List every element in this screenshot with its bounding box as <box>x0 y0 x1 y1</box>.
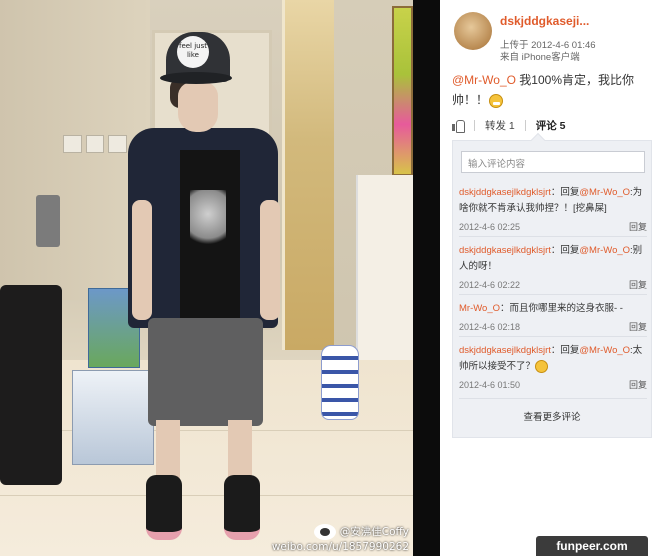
comment-mention[interactable]: @Mr-Wo_O <box>579 245 630 256</box>
leg <box>156 420 180 480</box>
site-watermark: funpeer.com <box>536 536 648 556</box>
comment-author[interactable]: Mr-Wo_O <box>459 303 500 314</box>
floor-line <box>0 495 413 496</box>
action-separator <box>524 119 526 131</box>
comment-input-placeholder: 输入评论内容 <box>468 159 526 170</box>
comment-reply-button[interactable]: 回复 <box>629 277 647 293</box>
comment-time: 2012-4-6 01:50 <box>459 380 521 390</box>
post-body: @Mr-Wo_O 我100%肯定，我比你帅！！ <box>452 70 652 110</box>
speaker <box>36 195 60 247</box>
leg <box>228 420 252 480</box>
shoe <box>224 475 260 540</box>
laugh-emoji-icon <box>489 93 504 108</box>
comment-author[interactable]: dskjddgkasejlkdgklsjrt <box>459 187 551 198</box>
comment-time: 2012-4-6 02:18 <box>459 322 521 332</box>
post-username[interactable]: dskjddgkaseji... <box>500 14 589 28</box>
comment-mention[interactable]: @Mr-Wo_O <box>579 345 630 356</box>
comment-reply-prefix: ：回复 <box>550 187 580 198</box>
weibo-watermark: @安沸佳Coffy weibo.com/u/1857990262 <box>272 524 409 554</box>
glass-shelf <box>282 0 334 350</box>
watermark-handle: @安沸佳Coffy <box>339 526 409 538</box>
comment-item: dskjddgkasejlkdgklsjrt：回复@Mr-Wo_O:为啥你就不肯… <box>459 185 647 237</box>
comment-reply-button[interactable]: 回复 <box>629 319 647 335</box>
weibo-logo-icon <box>313 524 336 540</box>
chair <box>0 285 62 485</box>
shirt-print <box>190 190 226 250</box>
comment-reply-button[interactable]: 回复 <box>629 377 647 393</box>
comment-text: ：而且你哪里来的这身衣服- - <box>500 303 623 314</box>
repost-button[interactable]: 转发 1 <box>485 118 515 133</box>
comments-box: 输入评论内容 dskjddgkasejlkdgklsjrt：回复@Mr-Wo_O… <box>452 132 652 438</box>
watermark-url: weibo.com/u/1857990262 <box>271 541 409 553</box>
photo: feel just like @安沸佳Coffy weibo.com/u/185… <box>0 0 413 556</box>
action-separator <box>474 119 475 131</box>
shorts <box>148 318 263 426</box>
comment-author[interactable]: dskjddgkasejlkdgklsjrt <box>459 345 551 356</box>
comment-time: 2012-4-6 02:22 <box>459 280 521 290</box>
divider <box>413 0 440 556</box>
post-source: 来自 iPhone客户端 <box>500 52 580 63</box>
post-actions: 转发 1 评论 5 <box>452 116 652 134</box>
arm <box>260 200 280 320</box>
comment-reply-prefix: ：回复 <box>550 345 580 356</box>
comments-arrow <box>530 132 546 148</box>
comment-mention[interactable]: @Mr-Wo_O <box>579 187 630 198</box>
like-icon[interactable] <box>452 119 465 133</box>
comment-button[interactable]: 评论 5 <box>536 118 566 133</box>
avatar[interactable] <box>454 12 492 50</box>
comment-item: Mr-Wo_O：而且你哪里来的这身衣服- - 2012-4-6 02:18 回复 <box>459 301 647 337</box>
hat-text: feel just like <box>178 42 208 59</box>
comment-reply-prefix: ：回复 <box>550 245 580 256</box>
more-comments-link[interactable]: 查看更多评论 <box>453 409 651 423</box>
comment-author[interactable]: dskjddgkasejlkdgklsjrt <box>459 245 551 256</box>
face <box>178 82 218 132</box>
hat-badge: feel just like <box>177 36 209 68</box>
post-panel: dskjddgkaseji... 上传于 2012-4-6 01:46 来自 i… <box>440 0 660 556</box>
light-switches <box>63 135 128 153</box>
arm <box>132 200 152 320</box>
post-mention[interactable]: @Mr-Wo_O <box>452 73 516 87</box>
comment-input[interactable]: 输入评论内容 <box>461 151 645 173</box>
painting <box>392 6 413 176</box>
comment-time: 2012-4-6 02:25 <box>459 222 521 232</box>
vase <box>321 345 359 420</box>
shoe <box>146 475 182 540</box>
comment-item: dskjddgkasejlkdgklsjrt：回复@Mr-Wo_O:太帅所以接受… <box>459 343 647 399</box>
comment-reply-button[interactable]: 回复 <box>629 219 647 235</box>
confused-emoji-icon <box>535 359 549 373</box>
box <box>72 370 154 465</box>
hat-brim <box>160 72 232 84</box>
comment-item: dskjddgkasejlkdgklsjrt：回复@Mr-Wo_O:别人的呀！ … <box>459 243 647 295</box>
